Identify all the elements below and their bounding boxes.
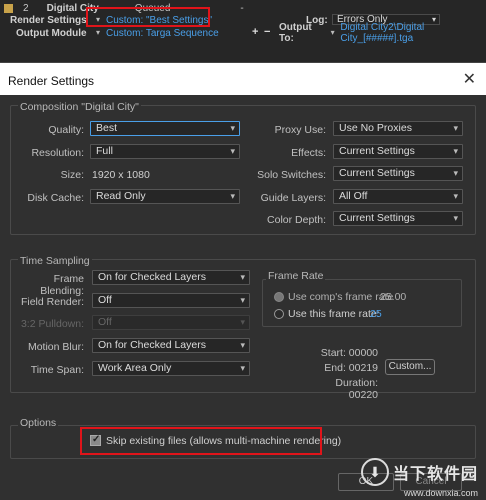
guide-layers-label: Guide Layers: <box>260 192 326 204</box>
dialog-titlebar: Render Settings ✕ <box>0 63 486 95</box>
frame-blending-select[interactable]: On for Checked Layers ▾ <box>92 270 250 285</box>
highlight-box <box>86 7 210 27</box>
highlight-box <box>80 427 322 455</box>
frame-blending-label: Frame Blending: <box>40 273 84 297</box>
motion-blur-value: On for Checked Layers <box>98 339 206 351</box>
chevron-down-icon: ▾ <box>453 191 458 201</box>
chevron-down-icon: ▾ <box>240 295 245 305</box>
output-module-row: Output Module ▾ Custom: Targa Sequence <box>16 27 219 39</box>
chevron-down-icon: ▾ <box>240 363 245 373</box>
watermark-url: www.downxia.com <box>403 488 478 498</box>
start-label: Start: <box>320 347 346 359</box>
effects-label: Effects: <box>291 147 326 159</box>
solo-switches-value: Current Settings <box>339 167 415 179</box>
chevron-down-icon: ▾ <box>240 340 245 350</box>
options-group-title: Options <box>18 417 59 429</box>
use-this-rate-radio[interactable] <box>274 309 284 319</box>
output-to-link[interactable]: Digital City2\Digital City_[#####].tga <box>340 22 486 44</box>
use-this-rate-label: Use this frame rate: <box>288 308 380 320</box>
chevron-down-icon: ▾ <box>453 168 458 178</box>
proxy-use-select[interactable]: Use No Proxies ▾ <box>333 121 463 136</box>
color-depth-value: Current Settings <box>339 212 415 224</box>
motion-blur-select[interactable]: On for Checked Layers ▾ <box>92 338 250 353</box>
proxy-use-label: Proxy Use: <box>274 124 326 136</box>
use-comp-rate-label: Use comp's frame rate <box>288 291 394 303</box>
field-render-value: Off <box>98 294 112 306</box>
remove-output-button[interactable]: − <box>264 26 270 38</box>
watermark-logo: ⬇ 当下软件园 <box>360 458 478 486</box>
chevron-down-icon: ▾ <box>230 191 235 201</box>
end-label: End: <box>324 362 346 374</box>
chevron-down-icon: ▾ <box>240 272 245 282</box>
chevron-down-icon[interactable]: ▾ <box>329 29 336 37</box>
end-value: 00219 <box>348 362 378 374</box>
start-row: Start: 00000 <box>320 347 378 359</box>
close-icon[interactable]: ✕ <box>463 69 476 89</box>
frame-blending-value: On for Checked Layers <box>98 271 206 283</box>
queue-item-number: 2 <box>23 2 29 14</box>
proxy-use-value: Use No Proxies <box>339 122 412 134</box>
end-row: End: 00219 <box>320 362 378 374</box>
solo-switches-label: Solo Switches: <box>257 169 326 181</box>
time-span-label: Time Span: <box>30 364 84 376</box>
pulldown-value: Off <box>98 316 112 328</box>
guide-layers-value: All Off <box>339 190 368 202</box>
disk-cache-select[interactable]: Read Only ▾ <box>90 189 240 204</box>
motion-blur-label: Motion Blur: <box>27 341 84 353</box>
queue-item-dash: - <box>240 2 244 14</box>
field-render-label: Field Render: <box>20 296 84 308</box>
output-module-label: Output Module <box>16 27 87 39</box>
output-module-link[interactable]: Custom: Targa Sequence <box>106 28 219 39</box>
disk-cache-value: Read Only <box>96 190 146 202</box>
guide-layers-select[interactable]: All Off ▾ <box>333 189 463 204</box>
field-render-select[interactable]: Off ▾ <box>92 293 250 308</box>
disk-cache-label: Disk Cache: <box>27 192 84 204</box>
chevron-down-icon: ▾ <box>453 213 458 223</box>
resolution-value: Full <box>96 145 113 157</box>
quality-label: Quality: <box>48 124 84 136</box>
color-depth-select[interactable]: Current Settings ▾ <box>333 211 463 226</box>
resolution-select[interactable]: Full ▾ <box>90 144 240 159</box>
size-label: Size: <box>60 169 84 181</box>
time-span-value: Work Area Only <box>98 362 172 374</box>
chevron-down-icon: ▾ <box>240 317 245 327</box>
color-depth-label: Color Depth: <box>267 214 326 226</box>
dialog-title: Render Settings <box>8 74 95 88</box>
chevron-down-icon: ▾ <box>453 123 458 133</box>
chevron-down-icon: ▾ <box>453 146 458 156</box>
duration-value: 00220 <box>348 389 378 401</box>
output-to-label: Output To: <box>279 22 312 44</box>
effects-select[interactable]: Current Settings ▾ <box>333 144 463 159</box>
time-sampling-group-title: Time Sampling <box>18 255 92 267</box>
chevron-down-icon: ▾ <box>230 123 235 133</box>
watermark-text: 当下软件园 <box>392 466 478 483</box>
render-queue-panel: 2 Digital City Queued - Render Settings … <box>0 0 486 62</box>
size-value: 1920 x 1080 <box>92 169 150 181</box>
down-arrow-icon: ⬇ <box>360 458 389 486</box>
use-comp-rate-value: 25.00 <box>380 291 407 303</box>
chevron-down-icon[interactable]: ▾ <box>94 29 102 37</box>
quality-value: Best <box>96 122 118 134</box>
add-output-button[interactable]: + <box>252 26 258 38</box>
duration-row: Duration: 00220 <box>310 377 378 401</box>
resolution-label: Resolution: <box>31 147 84 159</box>
time-span-select[interactable]: Work Area Only ▾ <box>92 361 250 376</box>
chevron-down-icon: ▾ <box>230 146 235 156</box>
start-value: 00000 <box>348 347 378 359</box>
pulldown-label: 3:2 Pulldown: <box>20 318 84 330</box>
use-this-rate-value[interactable]: 25 <box>370 308 382 320</box>
render-settings-dialog: Render Settings ✕ Composition "Digital C… <box>0 62 486 500</box>
render-checkbox[interactable] <box>4 3 13 13</box>
render-settings-label: Render Settings <box>10 14 87 26</box>
frame-rate-title: Frame Rate <box>266 270 326 282</box>
custom-button[interactable]: Custom... <box>385 359 435 375</box>
output-to-row: Output To: ▾ Digital City2\Digital City_… <box>279 22 486 44</box>
duration-label: Duration: <box>335 377 378 389</box>
pulldown-select: Off ▾ <box>92 315 250 330</box>
quality-select[interactable]: Best ▾ <box>90 121 240 136</box>
effects-value: Current Settings <box>339 145 415 157</box>
solo-switches-select[interactable]: Current Settings ▾ <box>333 166 463 181</box>
composition-group-title: Composition "Digital City" <box>18 101 141 113</box>
use-comp-rate-radio[interactable] <box>274 292 284 302</box>
